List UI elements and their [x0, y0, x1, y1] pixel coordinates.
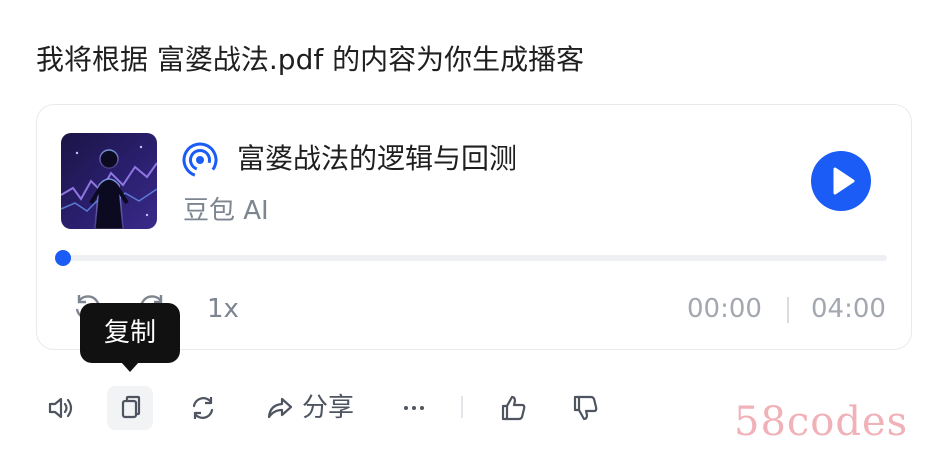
podcast-broadcast-icon: [182, 142, 218, 178]
podcast-cover-image[interactable]: [61, 133, 157, 229]
total-time: 04:00: [811, 294, 886, 324]
thumbs-up-icon: [501, 395, 526, 421]
copy-icon: [121, 395, 141, 419]
copy-button[interactable]: [107, 386, 153, 430]
message-text: 我将根据 富婆战法.pdf 的内容为你生成播客: [36, 43, 585, 76]
like-button[interactable]: [494, 386, 532, 430]
play-icon: [833, 167, 855, 195]
progress-bar[interactable]: [55, 250, 887, 266]
thumbs-down-icon: [573, 395, 598, 421]
speaker-icon: [48, 397, 73, 419]
action-divider: [461, 396, 463, 418]
progress-knob[interactable]: [55, 250, 71, 266]
read-aloud-button[interactable]: [40, 386, 80, 430]
time-separator: [787, 297, 789, 323]
regenerate-button[interactable]: [182, 386, 224, 430]
copy-tooltip: 复制: [80, 303, 180, 363]
current-time: 00:00: [687, 294, 762, 324]
podcast-title: 富婆战法的逻辑与回测: [237, 142, 518, 175]
watermark: 58codes: [734, 399, 909, 445]
share-label: 分享: [301, 393, 354, 423]
dislike-button[interactable]: [566, 386, 604, 430]
more-icon: [404, 406, 424, 410]
share-icon: [267, 397, 293, 419]
playback-speed[interactable]: 1x: [207, 291, 239, 327]
play-button[interactable]: [811, 151, 871, 211]
podcast-author: 豆包 AI: [183, 196, 269, 226]
share-button[interactable]: 分享: [256, 386, 362, 430]
more-button[interactable]: [396, 386, 432, 430]
refresh-icon: [192, 397, 214, 419]
tooltip-arrow: [121, 362, 139, 372]
